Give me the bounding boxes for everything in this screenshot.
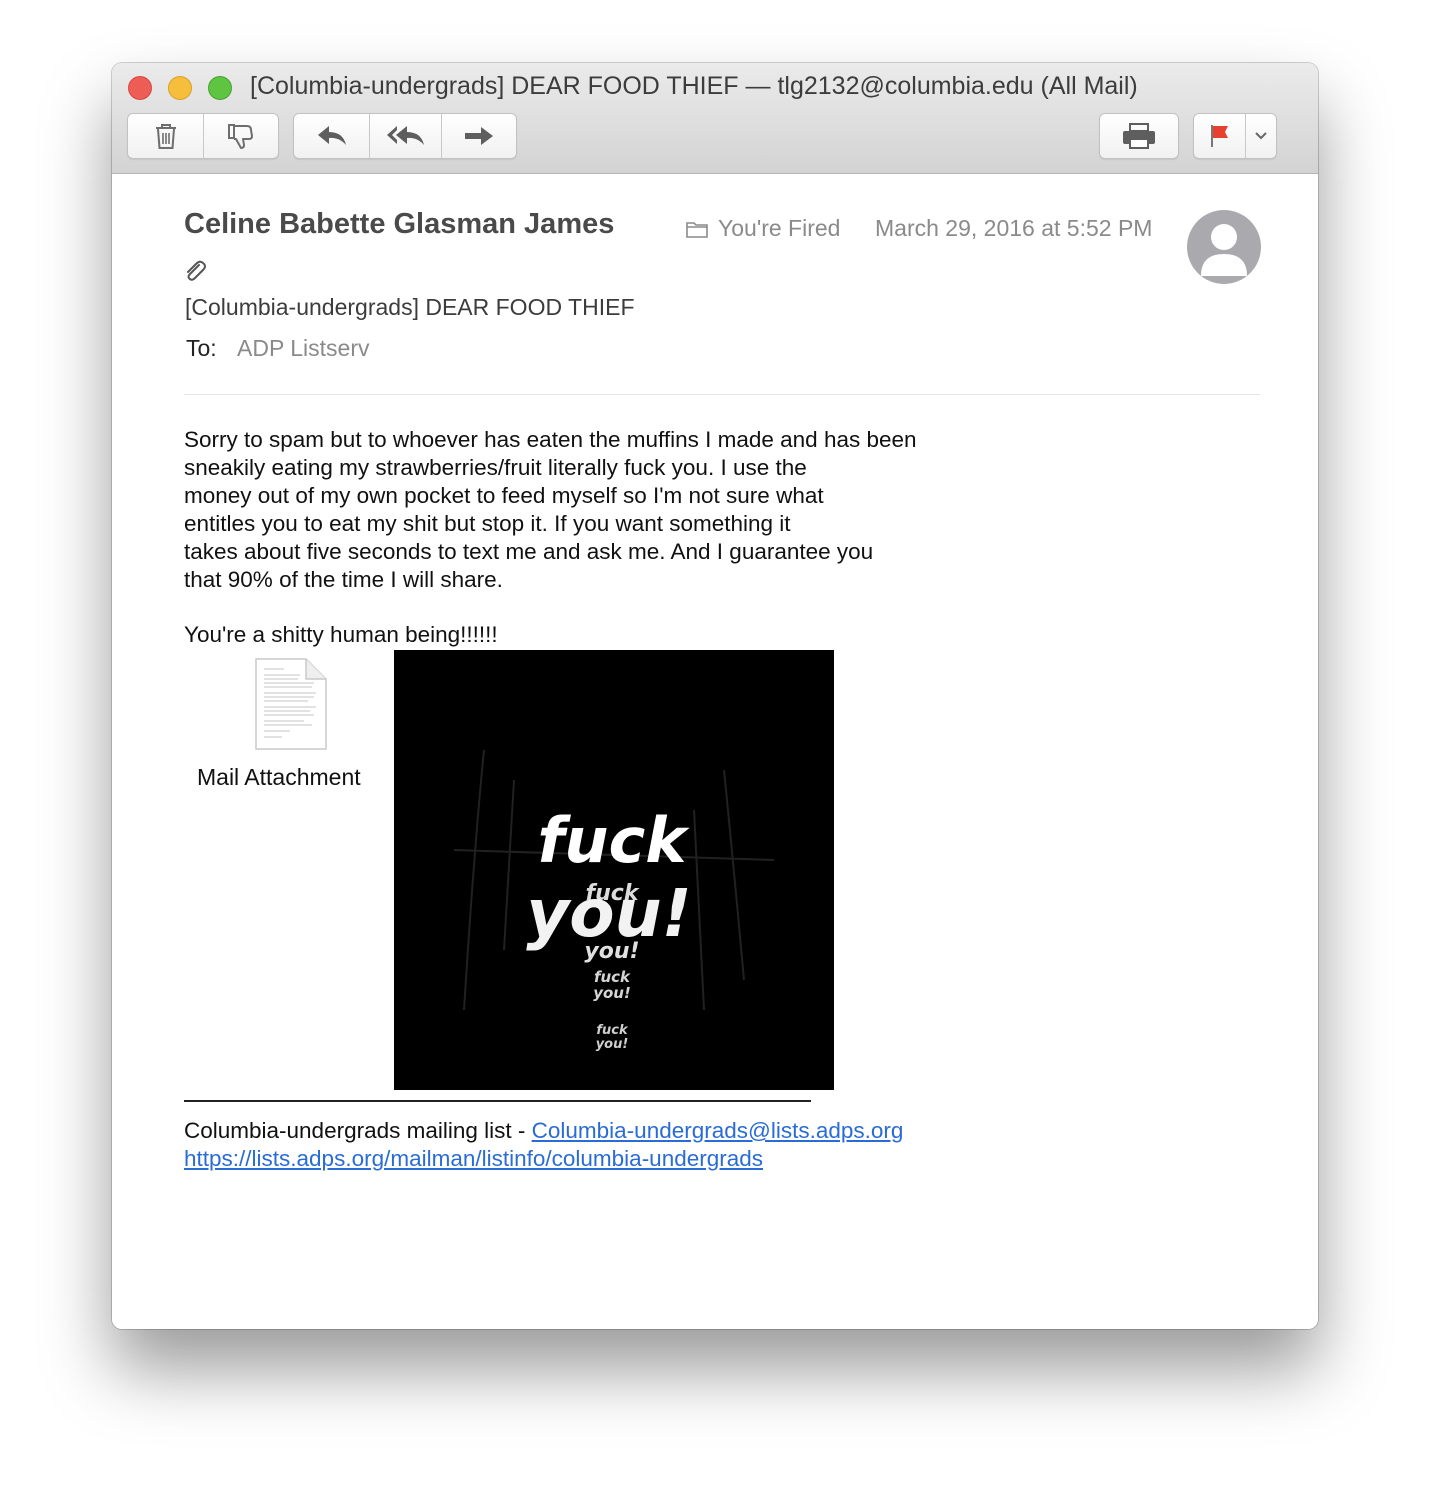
delete-junk-group <box>127 113 279 159</box>
mail-window: [Columbia-undergrads] DEAR FOOD THIEF — … <box>112 63 1318 1329</box>
sender-name[interactable]: Celine Babette Glasman James <box>184 208 614 241</box>
mailing-list-email-link[interactable]: Columbia-undergrads@lists.adps.org <box>532 1118 904 1143</box>
attachment-label[interactable]: Mail Attachment <box>197 764 361 791</box>
attached-image[interactable]: fuck you! fuck you! fuck you! fuck you! <box>394 650 834 1090</box>
message-date: March 29, 2016 at 5:52 PM <box>875 215 1153 241</box>
header-divider <box>184 394 1260 395</box>
avatar <box>1187 210 1261 284</box>
image-text: you! <box>526 875 691 952</box>
body-line: money out of my own pocket to feed mysel… <box>184 483 824 508</box>
reply-all-button[interactable] <box>370 114 442 158</box>
close-window-button[interactable] <box>128 76 152 100</box>
minimize-window-button[interactable] <box>168 76 192 100</box>
reply-button[interactable] <box>294 114 370 158</box>
to-label: To: <box>186 335 217 361</box>
trash-icon <box>155 124 176 149</box>
flag-button[interactable] <box>1194 114 1246 158</box>
forward-icon <box>465 127 493 145</box>
image-text: fuck <box>596 1023 629 1038</box>
reply-all-icon <box>386 126 424 145</box>
flag-icon <box>1210 125 1228 147</box>
flag-group <box>1193 113 1277 159</box>
body-line: takes about five seconds to text me and … <box>184 539 874 564</box>
paperclip-icon <box>183 258 207 289</box>
recipient[interactable]: ADP Listserv <box>237 335 370 362</box>
junk-button[interactable] <box>204 114 278 158</box>
reply-group <box>293 113 517 159</box>
delete-button[interactable] <box>128 114 204 158</box>
attachment-document-icon[interactable] <box>254 657 328 756</box>
mailbox-name: You're Fired <box>718 215 841 241</box>
print-button[interactable] <box>1100 114 1178 158</box>
print-icon <box>1123 123 1155 149</box>
thumbs-down-icon <box>228 124 253 149</box>
image-text: fuck <box>537 804 690 877</box>
flag-menu-button[interactable] <box>1246 114 1276 158</box>
image-text: you! <box>593 984 631 1002</box>
window-title: [Columbia-undergrads] DEAR FOOD THIEF — … <box>250 72 1138 100</box>
body-closing: You're a shitty human being!!!!!! <box>184 622 498 647</box>
body-line: Sorry to spam but to whoever has eaten t… <box>184 427 917 452</box>
folder-icon <box>686 221 708 238</box>
mailing-list-url-link[interactable]: https://lists.adps.org/mailman/listinfo/… <box>184 1146 763 1172</box>
message-body: Sorry to spam but to whoever has eaten t… <box>184 426 917 594</box>
chevron-down-icon <box>1255 132 1267 140</box>
reply-icon <box>317 126 346 145</box>
person-silhouette-icon <box>1201 224 1247 276</box>
title-bar: [Columbia-undergrads] DEAR FOOD THIEF — … <box>112 63 1318 174</box>
body-line: entitles you to eat my shit but stop it.… <box>184 511 791 536</box>
signature-separator <box>184 1100 811 1102</box>
zoom-window-button[interactable] <box>208 76 232 100</box>
message-subject: [Columbia-undergrads] DEAR FOOD THIEF <box>185 294 635 320</box>
print-group <box>1099 113 1179 159</box>
forward-button[interactable] <box>442 114 516 158</box>
body-line: sneakily eating my strawberries/fruit li… <box>184 455 807 480</box>
mailing-list-label: Columbia-undergrads mailing list - <box>184 1118 532 1143</box>
body-line: that 90% of the time I will share. <box>184 567 503 592</box>
image-text: you! <box>596 1037 629 1052</box>
message-view: Celine Babette Glasman James You're Fire… <box>112 174 1318 1329</box>
mailing-list-line: Columbia-undergrads mailing list - Colum… <box>184 1118 903 1144</box>
mailbox-label[interactable]: You're Fired <box>685 215 840 242</box>
